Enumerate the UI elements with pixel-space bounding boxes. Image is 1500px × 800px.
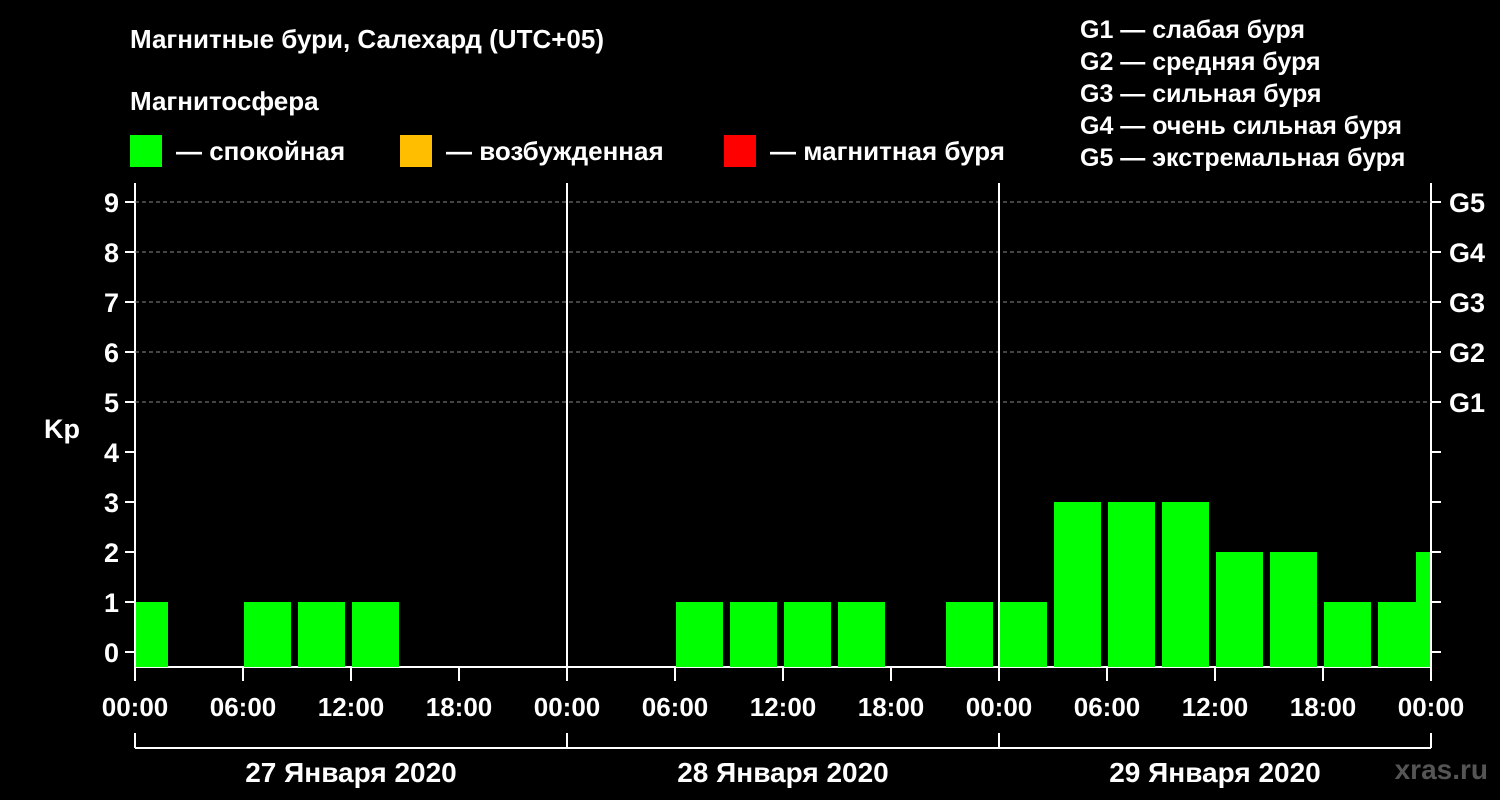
x-tick-label: 18:00 [426,692,493,722]
day-label: 27 Января 2020 [245,757,457,788]
y-tick-label: 2 [104,538,119,568]
kp-bar [1216,552,1263,667]
kp-bar [838,602,885,667]
day-label: 29 Января 2020 [1109,757,1321,788]
kp-bar [1162,502,1209,667]
g-axis-label: G4 [1449,238,1485,268]
x-tick-label: 18:00 [858,692,925,722]
day-label: 28 Января 2020 [677,757,889,788]
y-tick-label: 6 [104,338,119,368]
y-tick-label: 7 [104,288,119,318]
kp-bar [1054,502,1101,667]
y-tick-label: 3 [104,488,119,518]
x-tick-label: 12:00 [750,692,817,722]
x-tick-label: 00:00 [1398,692,1465,722]
kp-bar [676,602,723,667]
y-tick-label: 9 [104,188,119,218]
kp-bar [136,602,168,667]
kp-bar [1108,502,1155,667]
g-axis-label: G1 [1449,388,1485,418]
x-tick-label: 12:00 [1182,692,1249,722]
g-axis-label: G3 [1449,288,1485,318]
kp-bar [730,602,777,667]
kp-chart: 0 1 2 3 4 5 6 7 8 9 G1 G2 G3 G4 G5 Kp 00:00 06:00 12:00 18:… [44,183,1485,788]
y-axis-title: Kp [44,414,80,444]
x-tick-label: 06:00 [1074,692,1141,722]
g-axis-label: G2 [1449,338,1485,368]
kp-bar [298,602,345,667]
y-tick-label: 8 [104,238,119,268]
y-tick-label: 1 [104,588,119,618]
y-tick-label: 5 [104,388,119,418]
x-tick-label: 18:00 [1290,692,1357,722]
kp-bar [352,602,399,667]
x-tick-label: 06:00 [642,692,709,722]
g-axis-label: G5 [1449,188,1485,218]
watermark: xras.ru [1394,754,1488,785]
x-tick-label: 00:00 [102,692,169,722]
kp-bar [946,602,993,667]
kp-bar [1270,552,1317,667]
y-tick-label: 0 [104,638,119,668]
x-tick-label: 00:00 [966,692,1033,722]
x-tick-label: 00:00 [534,692,601,722]
x-tick-label: 06:00 [210,692,277,722]
kp-bar [1000,602,1047,667]
x-tick-label: 12:00 [318,692,385,722]
kp-bar [244,602,291,667]
kp-bar [1324,602,1371,667]
kp-bar [784,602,831,667]
kp-bar [1416,552,1430,667]
y-tick-label: 4 [104,438,119,468]
